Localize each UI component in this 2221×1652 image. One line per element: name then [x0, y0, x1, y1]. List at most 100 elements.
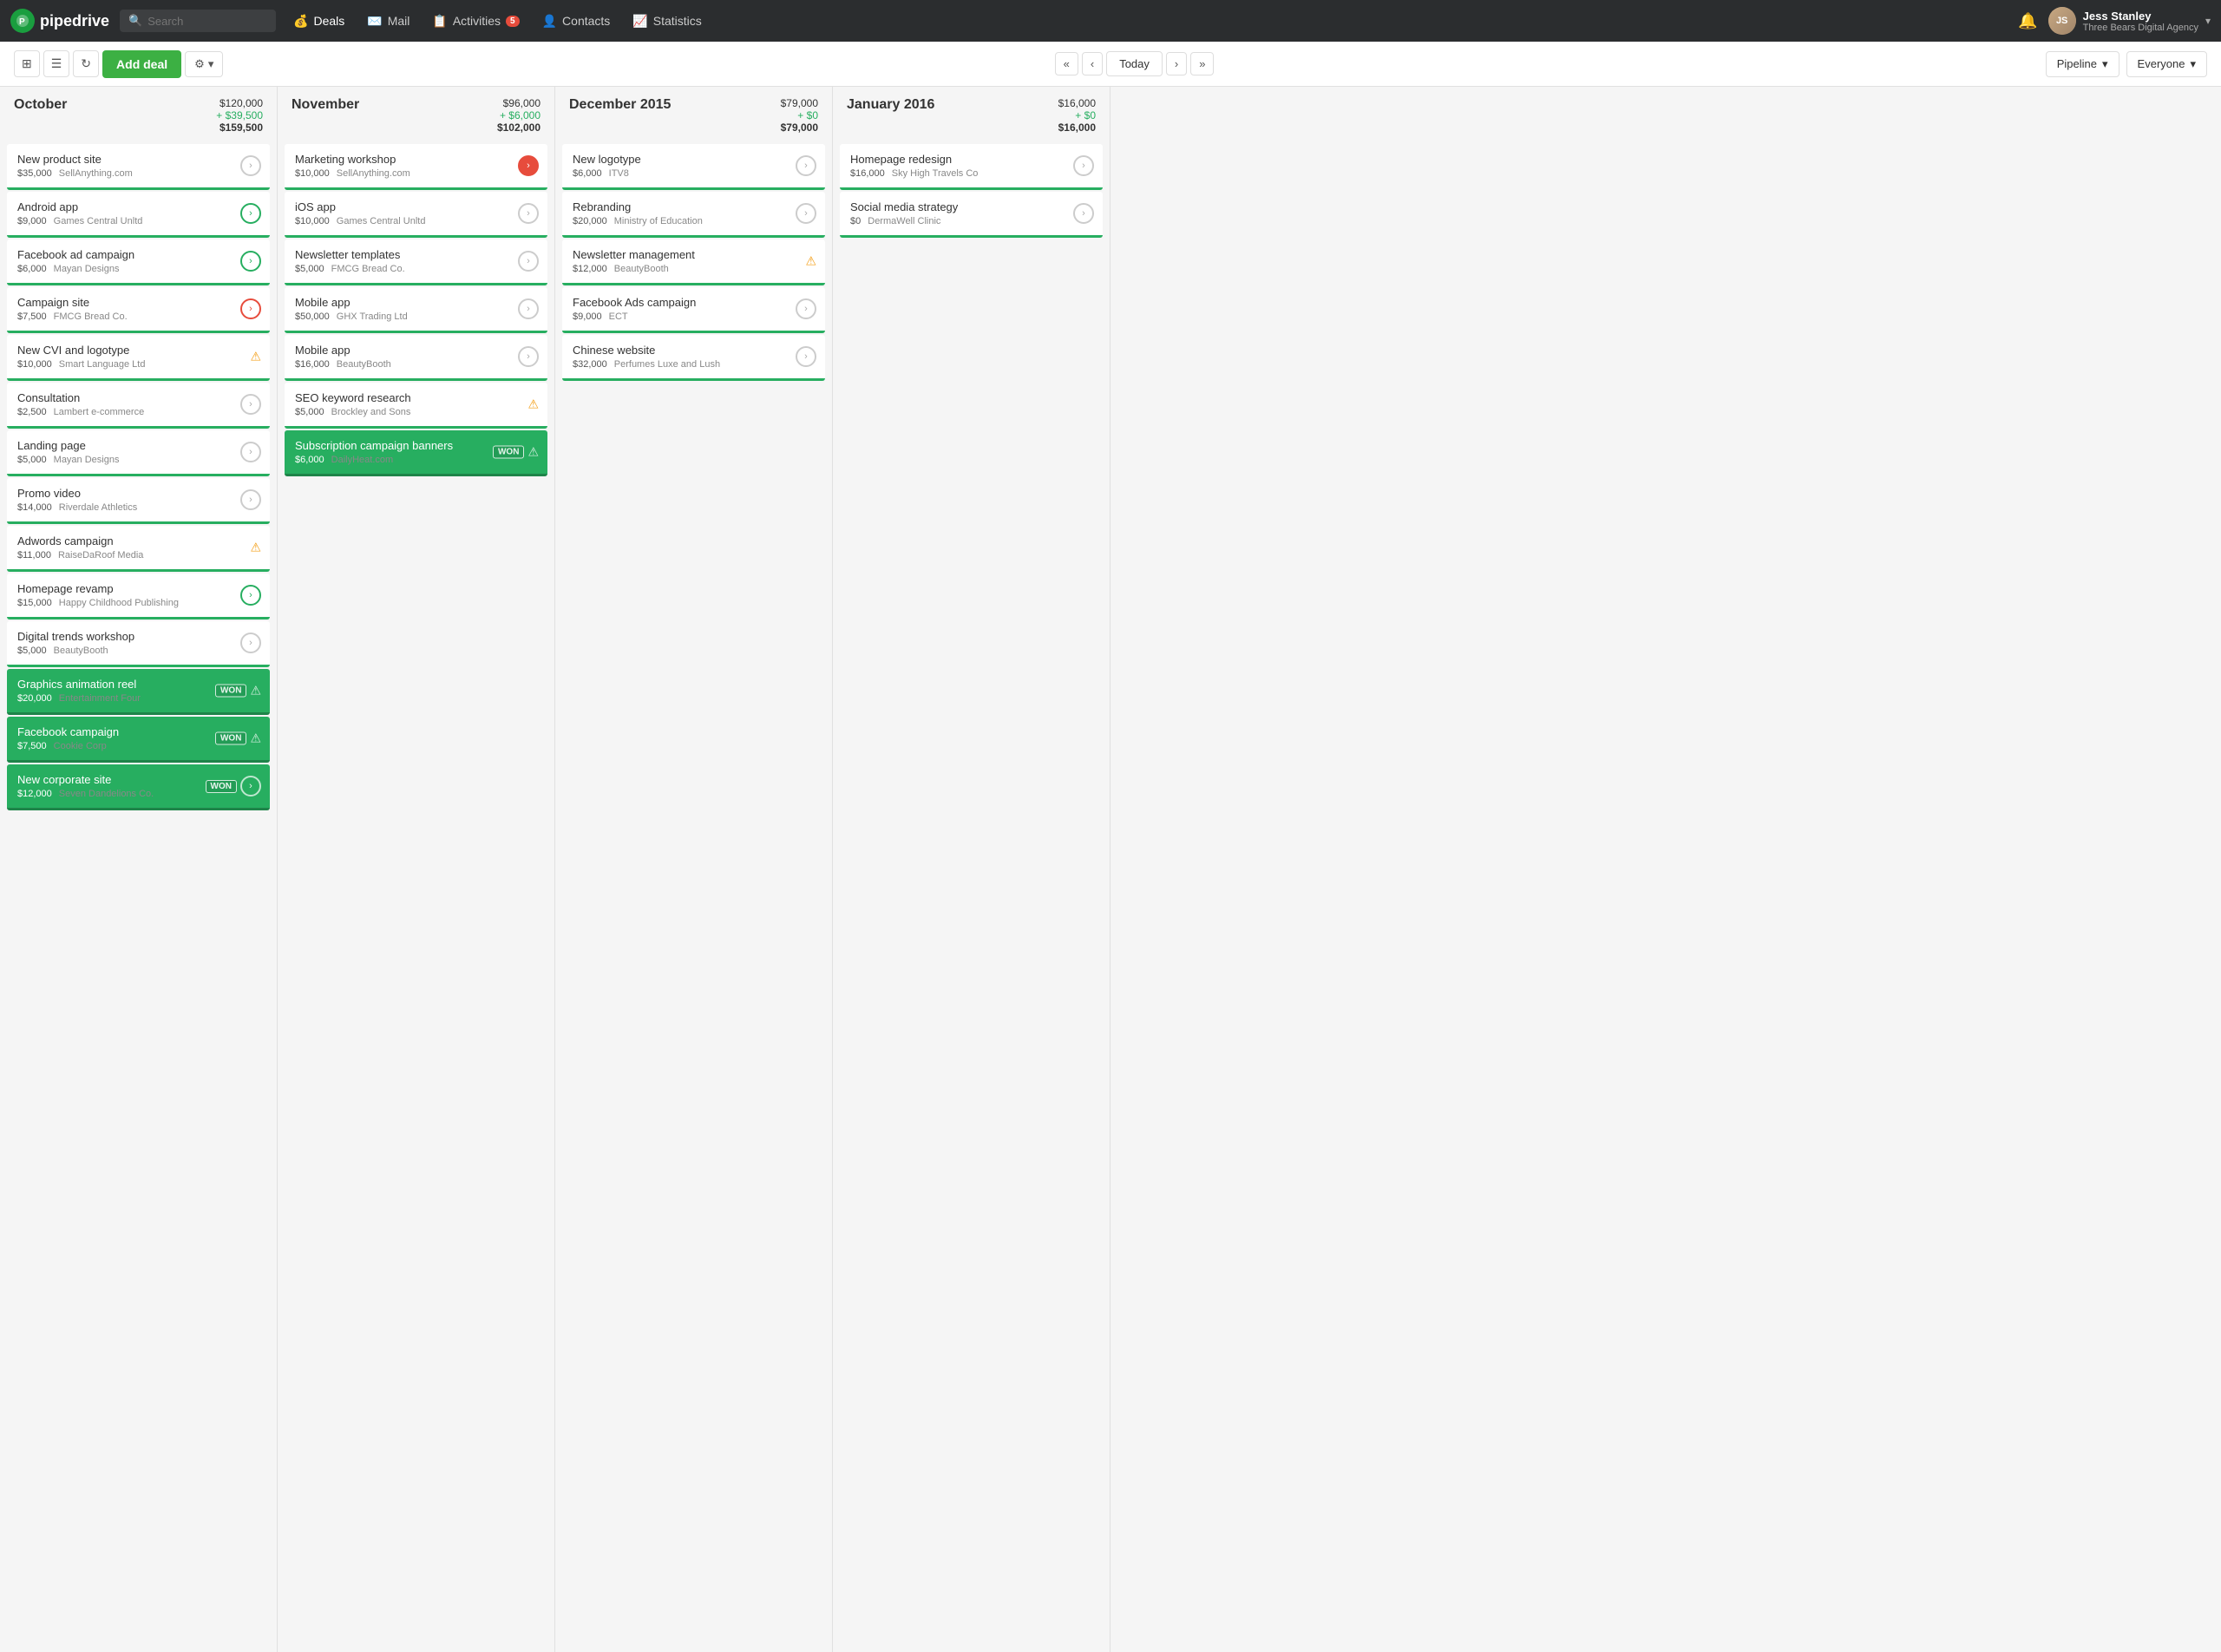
deal-card[interactable]: Mobile app $16,000 BeautyBooth › — [285, 335, 547, 381]
nav-item-deals[interactable]: 💰 Deals — [283, 9, 355, 34]
activity-circle-filled-red-icon[interactable]: › — [518, 155, 539, 176]
warning-icon: ⚠ — [250, 684, 261, 698]
activity-circle-icon[interactable]: › — [796, 155, 816, 176]
user-menu-chevron-icon: ▾ — [2205, 15, 2211, 27]
deal-amount: $6,000 — [17, 264, 47, 274]
settings-chevron-icon: ▾ — [208, 57, 214, 71]
toolbar-left: ⊞ ☰ ↻ Add deal ⚙ ▾ — [14, 50, 223, 78]
deal-meta: $5,000 FMCG Bread Co. — [295, 264, 537, 274]
activity-circle-won-icon[interactable]: › — [240, 776, 261, 796]
last-page-button[interactable]: » — [1190, 52, 1214, 75]
activity-circle-icon[interactable]: › — [796, 298, 816, 319]
activity-circle-icon[interactable]: › — [240, 155, 261, 176]
settings-button[interactable]: ⚙ ▾ — [185, 51, 223, 77]
deal-card[interactable]: Mobile app $50,000 GHX Trading Ltd › — [285, 287, 547, 333]
pipeline-dropdown-button[interactable]: Pipeline ▾ — [2046, 51, 2119, 77]
activity-circle-icon[interactable]: › — [796, 346, 816, 367]
first-page-button[interactable]: « — [1055, 52, 1078, 75]
activity-circle-icon[interactable]: › — [240, 442, 261, 462]
deal-actions: › — [796, 155, 816, 176]
deal-card[interactable]: Digital trends workshop $5,000 BeautyBoo… — [7, 621, 270, 667]
refresh-button[interactable]: ↻ — [73, 50, 99, 77]
deal-amount: $6,000 — [295, 455, 324, 465]
activity-circle-icon[interactable]: › — [518, 346, 539, 367]
everyone-dropdown-button[interactable]: Everyone ▾ — [2126, 51, 2207, 77]
deal-card[interactable]: Facebook Ads campaign $9,000 ECT › — [562, 287, 825, 333]
prev-page-button[interactable]: ‹ — [1082, 52, 1103, 75]
deal-card[interactable]: Landing page $5,000 Mayan Designs › — [7, 430, 270, 476]
activity-circle-green-icon[interactable]: › — [240, 251, 261, 272]
deal-card[interactable]: Adwords campaign $11,000 RaiseDaRoof Med… — [7, 526, 270, 572]
deal-card[interactable]: Chinese website $32,000 Perfumes Luxe an… — [562, 335, 825, 381]
deal-card[interactable]: SEO keyword research $5,000 Brockley and… — [285, 383, 547, 429]
search-input[interactable] — [147, 15, 267, 28]
activity-circle-icon[interactable]: › — [240, 394, 261, 415]
deal-amount: $12,000 — [17, 789, 52, 799]
activity-circle-green-icon[interactable]: › — [240, 585, 261, 606]
activity-circle-red-icon[interactable]: › — [240, 298, 261, 319]
user-info[interactable]: JS Jess Stanley Three Bears Digital Agen… — [2048, 7, 2211, 35]
nav-item-mail[interactable]: ✉️ Mail — [357, 9, 420, 34]
deal-card[interactable]: iOS app $10,000 Games Central Unltd › — [285, 192, 547, 238]
deal-actions: › — [240, 155, 261, 176]
activity-circle-green-icon[interactable]: › — [240, 203, 261, 224]
deal-card[interactable]: Facebook ad campaign $6,000 Mayan Design… — [7, 239, 270, 285]
deal-card[interactable]: Social media strategy $0 DermaWell Clini… — [840, 192, 1103, 238]
nav-right: 🔔 JS Jess Stanley Three Bears Digital Ag… — [2018, 7, 2211, 35]
search-box[interactable]: 🔍 — [120, 10, 276, 32]
deal-card[interactable]: Graphics animation reel $20,000 Entertai… — [7, 669, 270, 715]
deal-card[interactable]: Facebook campaign $7,500 Cookie Corp WON… — [7, 717, 270, 763]
deal-card[interactable]: New logotype $6,000 ITV8 › — [562, 144, 825, 190]
deal-card[interactable]: Newsletter templates $5,000 FMCG Bread C… — [285, 239, 547, 285]
notifications-bell-icon[interactable]: 🔔 — [2018, 12, 2037, 30]
deal-company: ITV8 — [609, 168, 629, 179]
next-page-button[interactable]: › — [1166, 52, 1187, 75]
activity-circle-icon[interactable]: › — [518, 298, 539, 319]
nav-item-contacts[interactable]: 👤 Contacts — [532, 9, 621, 34]
deal-card[interactable]: Newsletter management $12,000 BeautyBoot… — [562, 239, 825, 285]
activity-circle-icon[interactable]: › — [518, 203, 539, 224]
today-button[interactable]: Today — [1106, 51, 1163, 76]
deal-card[interactable]: Marketing workshop $10,000 SellAnything.… — [285, 144, 547, 190]
nav-deals-label: Deals — [313, 14, 344, 28]
deal-card[interactable]: Subscription campaign banners $6,000 Dai… — [285, 430, 547, 476]
deal-company: Seven Dandelions Co. — [59, 789, 154, 799]
deal-card[interactable]: Homepage revamp $15,000 Happy Childhood … — [7, 574, 270, 620]
deal-card[interactable]: New CVI and logotype $10,000 Smart Langu… — [7, 335, 270, 381]
column-amounts-january: $16,000 + $0 $16,000 — [1058, 97, 1096, 134]
deal-amount: $15,000 — [17, 598, 52, 608]
deal-name: Android app — [17, 200, 259, 213]
deal-company: Happy Childhood Publishing — [59, 598, 179, 608]
activity-circle-icon[interactable]: › — [1073, 203, 1094, 224]
deal-name: Landing page — [17, 439, 259, 452]
list-view-button[interactable]: ☰ — [43, 50, 70, 77]
deal-meta: $32,000 Perfumes Luxe and Lush — [573, 359, 815, 370]
deal-card[interactable]: Promo video $14,000 Riverdale Athletics … — [7, 478, 270, 524]
add-deal-button[interactable]: Add deal — [102, 50, 181, 78]
deal-card[interactable]: Consultation $2,500 Lambert e-commerce › — [7, 383, 270, 429]
kanban-view-button[interactable]: ⊞ — [14, 50, 40, 77]
deal-actions: WON⚠ — [215, 684, 261, 698]
activity-circle-icon[interactable]: › — [240, 633, 261, 653]
won-badge: WON — [493, 446, 524, 459]
deal-actions: › — [518, 251, 539, 272]
deal-card[interactable]: Campaign site $7,500 FMCG Bread Co. › — [7, 287, 270, 333]
logo[interactable]: P pipedrive — [10, 9, 109, 33]
deal-amount: $10,000 — [295, 168, 330, 179]
deal-card[interactable]: New product site $35,000 SellAnything.co… — [7, 144, 270, 190]
nav-item-statistics[interactable]: 📈 Statistics — [622, 9, 711, 34]
deal-card[interactable]: Rebranding $20,000 Ministry of Education… — [562, 192, 825, 238]
deal-actions: › — [240, 633, 261, 653]
activity-circle-icon[interactable]: › — [796, 203, 816, 224]
deal-company: BeautyBooth — [54, 646, 108, 656]
deal-card[interactable]: Homepage redesign $16,000 Sky High Trave… — [840, 144, 1103, 190]
activity-circle-icon[interactable]: › — [518, 251, 539, 272]
deal-actions: ⚠ — [805, 254, 816, 269]
toolbar-center: « ‹ Today › » — [230, 51, 2038, 76]
nav-item-activities[interactable]: 📋 Activities 5 — [422, 9, 529, 34]
deal-card[interactable]: Android app $9,000 Games Central Unltd › — [7, 192, 270, 238]
deal-amount: $0 — [850, 216, 861, 226]
activity-circle-icon[interactable]: › — [240, 489, 261, 510]
deal-card[interactable]: New corporate site $12,000 Seven Dandeli… — [7, 764, 270, 810]
activity-circle-icon[interactable]: › — [1073, 155, 1094, 176]
